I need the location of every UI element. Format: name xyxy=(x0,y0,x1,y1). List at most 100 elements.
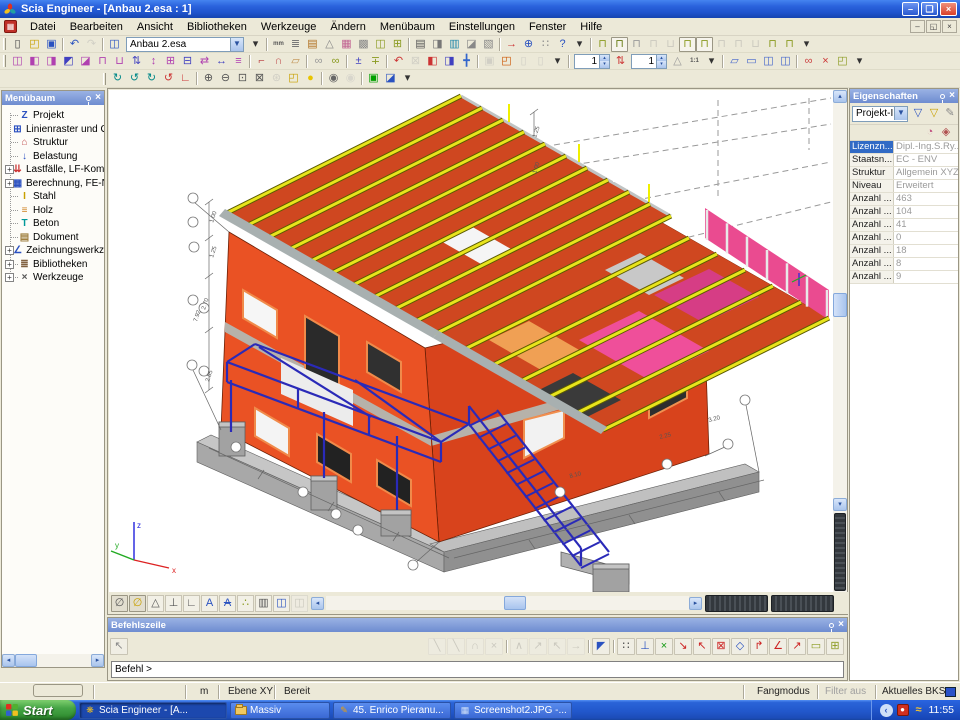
point-grid-button[interactable]: ∷ xyxy=(537,37,554,52)
opening-circle-button[interactable]: ∞ xyxy=(310,54,327,69)
tray-red-icon[interactable]: ● xyxy=(897,704,909,716)
spinbox-2-value[interactable]: 1 xyxy=(632,55,656,68)
struct-open-1-button[interactable]: ⊓ xyxy=(764,37,781,52)
member-swap-button[interactable]: ⇄ xyxy=(196,54,213,69)
units-button[interactable]: mm xyxy=(270,37,287,52)
load-panel-button[interactable]: ⇅ xyxy=(128,54,145,69)
property-row[interactable]: Anzahl ...104 xyxy=(850,206,958,219)
ucs-color-swatch[interactable] xyxy=(945,687,956,697)
glasses-button[interactable]: ∞ xyxy=(800,54,817,69)
save-button[interactable]: ▣ xyxy=(43,37,60,52)
column-arb-button[interactable]: ◪ xyxy=(77,54,94,69)
view-light-button[interactable]: ● xyxy=(302,71,319,86)
opening-rect-button[interactable]: ∞ xyxy=(327,54,344,69)
open-button[interactable]: ◰ xyxy=(26,37,43,52)
view-dimensions-button[interactable]: ∟ xyxy=(183,595,200,612)
sidebar-item-beton[interactable]: TBeton xyxy=(2,217,104,231)
snap-nearest-button[interactable]: ↱ xyxy=(750,638,768,655)
member-join-button[interactable]: ↔ xyxy=(213,54,230,69)
property-row[interactable]: Anzahl ...0 xyxy=(850,232,958,245)
view-supports-button[interactable]: ⊥ xyxy=(165,595,182,612)
mdi-close-button[interactable]: × xyxy=(942,20,957,33)
property-row[interactable]: Anzahl ...8 xyxy=(850,258,958,271)
palette-button[interactable]: ▦ xyxy=(338,37,355,52)
view-wireframe-button[interactable]: ∅ xyxy=(111,595,128,612)
gallery-button[interactable]: ▥ xyxy=(446,37,463,52)
sidebar-item-bibliotheken[interactable]: +≣Bibliotheken xyxy=(2,258,104,272)
scroll-left-icon[interactable]: ◂ xyxy=(2,654,15,667)
spinbox-1[interactable]: 1▴▾ xyxy=(574,54,610,69)
menu-item-einstellungen[interactable]: Einstellungen xyxy=(442,19,522,35)
start-button[interactable]: Start xyxy=(0,700,76,720)
struct-wall-button[interactable]: ⊓ xyxy=(594,37,611,52)
mdi-restore-button[interactable]: ◱ xyxy=(926,20,941,33)
zoom-all-button[interactable]: ⊠ xyxy=(251,71,268,86)
struct-wall-open-button[interactable]: ⊓ xyxy=(611,37,628,52)
sidebar-item-linienraster-und-g[interactable]: ⊞Linienraster und G xyxy=(2,123,104,137)
box3d-button[interactable]: ◪ xyxy=(463,37,480,52)
taskbar-task-3[interactable]: ✎45. Enrico Pieranu... xyxy=(333,702,451,719)
snap-midpoint-button[interactable]: ↖ xyxy=(693,638,711,655)
prop-brush-button[interactable]: ◈ xyxy=(938,125,954,139)
snap-raster-button[interactable]: ⊞ xyxy=(826,638,844,655)
close-button[interactable]: × xyxy=(940,2,957,16)
expand-icon[interactable]: + xyxy=(5,273,14,282)
workspace-button[interactable]: ◫ xyxy=(106,37,123,52)
rotate-left-button[interactable]: ↺ xyxy=(126,71,143,86)
snap-ortho-button[interactable]: ⊥ xyxy=(636,638,654,655)
status-ucs[interactable]: Aktuelles BKS xyxy=(882,686,945,697)
scroll-up-icon[interactable]: ▴ xyxy=(833,90,847,103)
search-button[interactable]: ⊕ xyxy=(520,37,537,52)
view-render-mode-button[interactable]: ◫ xyxy=(273,595,290,612)
property-row[interactable]: Anzahl ...41 xyxy=(850,219,958,232)
maximize-button[interactable]: ❑ xyxy=(921,2,938,16)
snap-perpendicular-button[interactable]: ∠ xyxy=(769,638,787,655)
struct-open-2-button[interactable]: ⊓ xyxy=(781,37,798,52)
folder-out-button[interactable]: ◰ xyxy=(834,54,851,69)
drop-b-button[interactable]: ▾ xyxy=(798,37,815,52)
model-3d-view[interactable]: 1.001.252.707.922.851.251.002.258.103.20… xyxy=(109,90,833,592)
expand-icon[interactable]: + xyxy=(5,179,14,188)
pin-icon[interactable] xyxy=(86,96,91,101)
prop-pie-button[interactable]: ◔ xyxy=(922,125,938,139)
beam-openings-button[interactable]: ⊔ xyxy=(111,54,128,69)
drop-e-button[interactable]: ▾ xyxy=(851,54,868,69)
taskbar-task-4[interactable]: ▦Screenshot2.JPG -... xyxy=(454,702,572,719)
spinbox-1-arrows[interactable]: ▴▾ xyxy=(599,55,609,68)
filter-funnel-button[interactable]: ▽ xyxy=(910,106,926,121)
toolbar-grip[interactable] xyxy=(3,38,6,50)
member-grid-button[interactable]: ⊞ xyxy=(162,54,179,69)
sidebar-item-holz[interactable]: ≡Holz xyxy=(2,204,104,218)
scrollbar-thumb[interactable] xyxy=(504,596,526,610)
view-labels-button[interactable]: A xyxy=(201,595,218,612)
spinbox-2-arrows[interactable]: ▴▾ xyxy=(656,55,666,68)
property-label[interactable]: Staatsn... xyxy=(850,154,894,166)
menu-item-menübaum[interactable]: Menübaum xyxy=(373,19,442,35)
sidebar-item-struktur[interactable]: ⌂Struktur xyxy=(2,136,104,150)
property-label[interactable]: Anzahl ... xyxy=(850,245,894,257)
sidebar-item-werkzeuge[interactable]: +×Werkzeuge xyxy=(2,271,104,285)
filter-lightning-button[interactable]: ▽ xyxy=(926,106,942,121)
zoom-updown-button[interactable]: ⇅ xyxy=(612,54,629,69)
undo-button[interactable]: ↶ xyxy=(66,37,83,52)
property-label[interactable]: Anzahl ... xyxy=(850,219,894,231)
struct-beam-1-button[interactable]: ⊓ xyxy=(679,37,696,52)
expand-icon[interactable]: + xyxy=(5,260,14,269)
view-node-symbols-button[interactable]: △ xyxy=(147,595,164,612)
view-rendered-button[interactable]: ∅ xyxy=(129,595,146,612)
drop-c-button[interactable]: ▾ xyxy=(549,54,566,69)
rotate-right-button[interactable]: ↻ xyxy=(143,71,160,86)
property-row[interactable]: StrukturAllgemein XYZ xyxy=(850,167,958,180)
taskbar-task-2[interactable]: Massiv xyxy=(230,702,330,719)
close-icon[interactable]: × xyxy=(95,93,101,103)
spinbox-2[interactable]: 1▴▾ xyxy=(631,54,667,69)
frame-a-button[interactable]: ◫ xyxy=(372,37,389,52)
property-label[interactable]: Struktur xyxy=(850,167,894,179)
pointer-mode-button[interactable]: ↖ xyxy=(110,638,128,655)
tray-yellow-icon[interactable]: ≈ xyxy=(913,704,925,716)
status-snap-mode[interactable]: Fangmodus xyxy=(757,686,810,697)
pin-icon[interactable] xyxy=(829,623,834,628)
layers-button[interactable]: ≣ xyxy=(287,37,304,52)
view-labels-off-button[interactable]: A xyxy=(219,595,236,612)
print-button[interactable]: ▤ xyxy=(412,37,429,52)
